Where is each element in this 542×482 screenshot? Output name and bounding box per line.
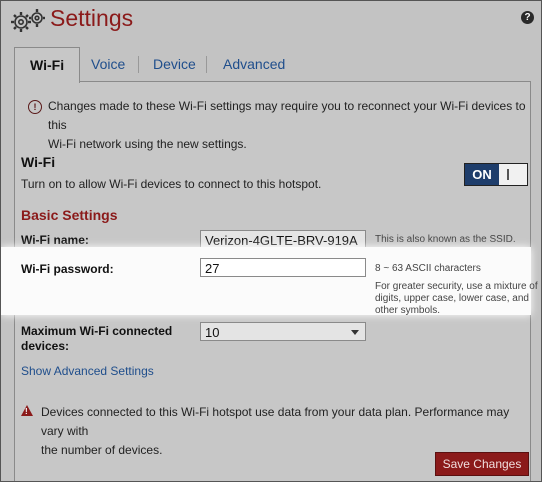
toggle-grip-icon <box>507 169 509 180</box>
wifi-heading: Wi-Fi <box>21 154 56 170</box>
help-icon[interactable]: ? <box>521 11 534 24</box>
toggle-on-label: ON <box>465 164 499 185</box>
ssid-hint: This is also known as the SSID. <box>375 234 516 245</box>
wifi-password-label: Wi-Fi password: <box>21 262 114 276</box>
max-devices-label: Maximum Wi-Fi connected devices: <box>21 324 173 353</box>
wifi-password-input[interactable]: 27 <box>200 258 366 277</box>
save-changes-button[interactable]: Save Changes <box>435 452 529 476</box>
basic-settings-heading: Basic Settings <box>21 207 118 223</box>
tab-advanced[interactable]: Advanced <box>223 47 285 81</box>
tab-divider <box>206 56 207 73</box>
tab-bar: Wi-Fi Voice Device Advanced <box>14 47 530 83</box>
wifi-toggle[interactable]: ON <box>464 163 528 186</box>
tab-voice[interactable]: Voice <box>91 47 125 81</box>
tab-device[interactable]: Device <box>153 47 196 81</box>
wifi-description: Turn on to allow Wi-Fi devices to connec… <box>21 177 322 191</box>
security-hint: For greater security, use a mixture of d… <box>375 281 538 316</box>
show-advanced-settings-link[interactable]: Show Advanced Settings <box>21 364 154 378</box>
gears-icon <box>11 9 45 32</box>
header: Settings ? <box>1 1 541 43</box>
wifi-name-label: Wi-Fi name: <box>21 233 89 247</box>
warning-icon: ! <box>21 405 33 416</box>
tab-divider <box>138 56 139 73</box>
password-length-hint: 8 ~ 63 ASCII characters <box>375 263 481 274</box>
chevron-down-icon <box>351 330 359 335</box>
tab-wifi[interactable]: Wi-Fi <box>14 47 81 83</box>
max-devices-select[interactable]: 10 <box>200 322 366 341</box>
settings-window: Settings ? Wi-Fi Voice Device Advanced !… <box>0 0 542 482</box>
page-title: Settings <box>50 5 134 31</box>
info-icon: ! <box>28 100 42 114</box>
reconnect-notice: Changes made to these Wi-Fi settings may… <box>48 99 526 151</box>
